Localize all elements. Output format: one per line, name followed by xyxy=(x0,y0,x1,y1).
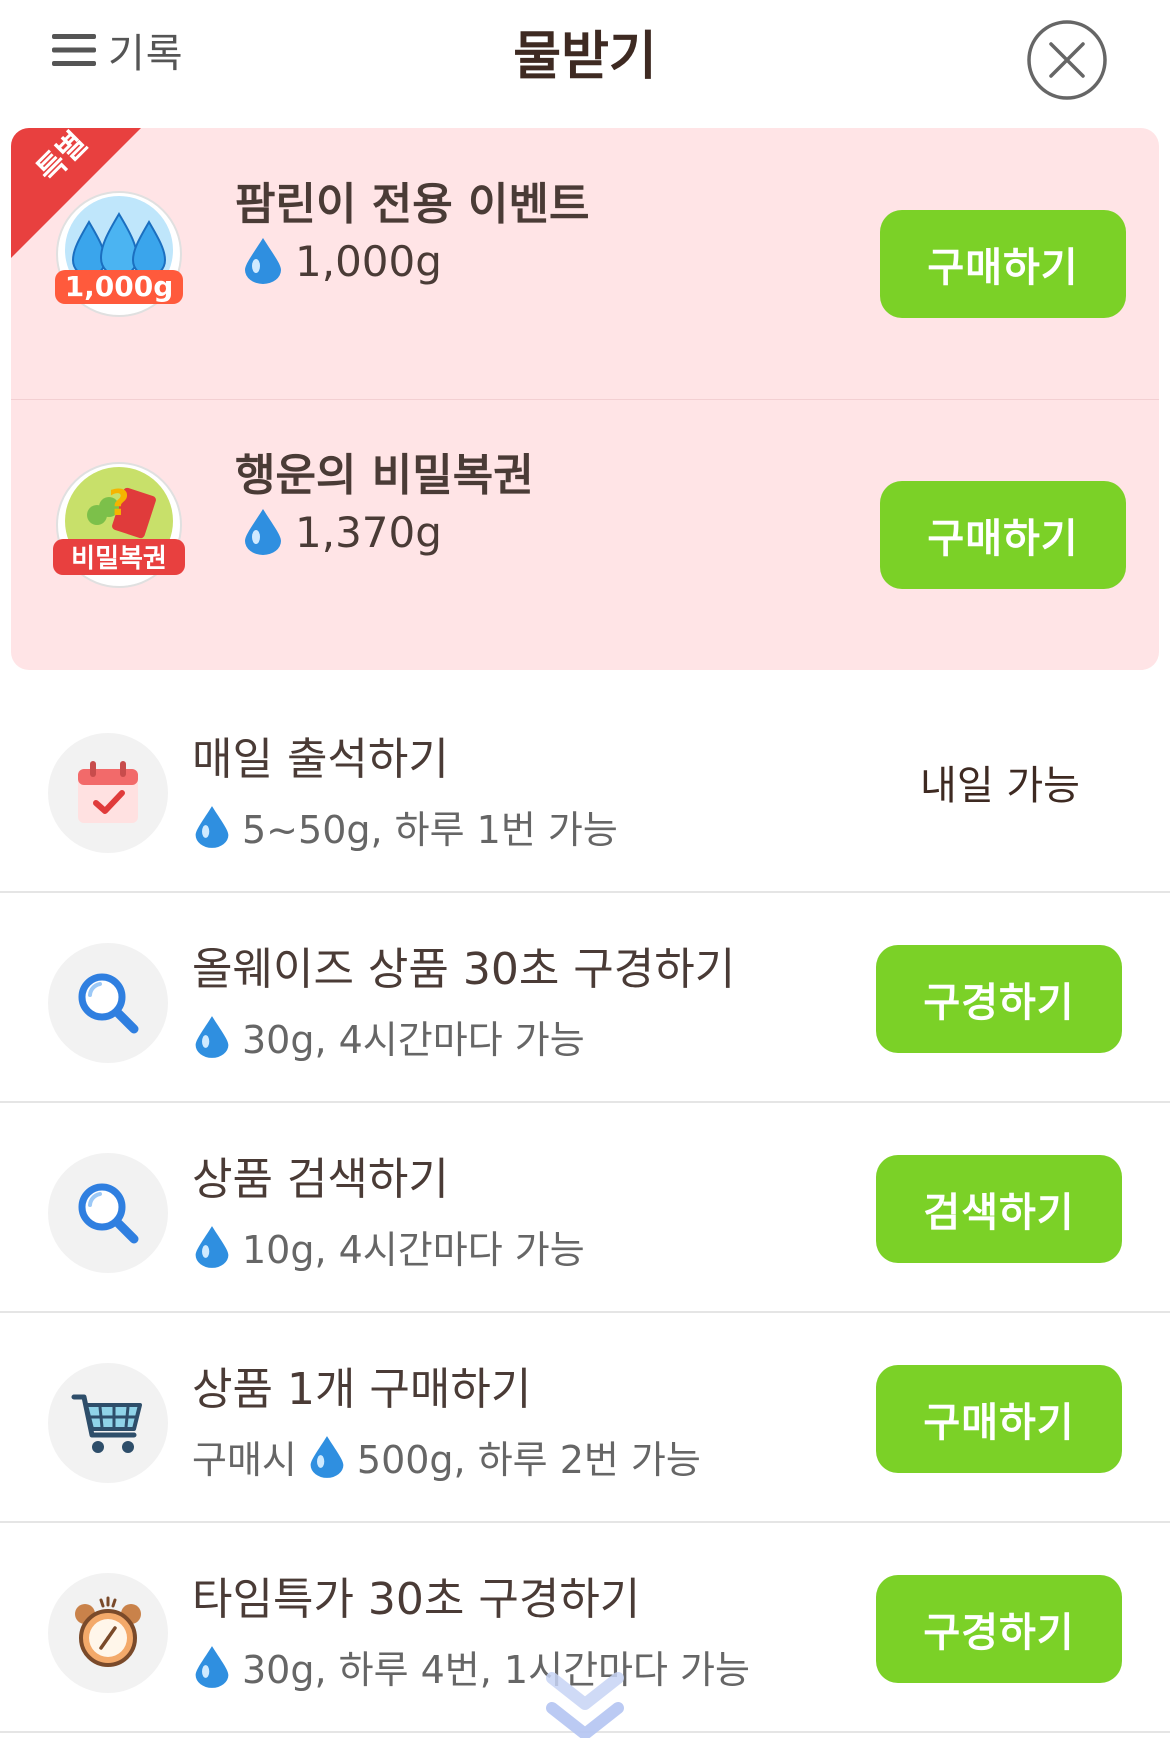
task-desc: 5~50g, 하루 1번 가능 xyxy=(192,799,618,854)
task-desc: 30g, 4시간마다 가능 xyxy=(192,1009,585,1064)
scroll-down-chevron-icon[interactable] xyxy=(540,1668,630,1738)
water-drops-badge-icon: 1,000g xyxy=(55,191,183,317)
badge-amount-text: 1,000g xyxy=(65,270,174,303)
buy-event-button[interactable]: 구매하기 xyxy=(880,210,1126,318)
special-offers-card: 특별 1,000g 팜린이 전용 이벤트 1,000g 구매하기 ? 비밀복권 … xyxy=(11,128,1159,670)
special-item-event: 1,000g 팜린이 전용 이벤트 1,000g 구매하기 xyxy=(11,128,1159,399)
task-title: 올웨이즈 상품 30초 구경하기 xyxy=(192,944,736,995)
water-drop-icon xyxy=(195,1225,229,1268)
task-title: 매일 출석하기 xyxy=(192,734,449,785)
badge-lottery-text: 비밀복권 xyxy=(71,544,167,574)
task-desc: 30g, 하루 4번, 1시간마다 가능 xyxy=(192,1639,750,1694)
task-icon-container xyxy=(48,943,168,1063)
task-row-browse: 올웨이즈 상품 30초 구경하기 30g, 4시간마다 가능 구경하기 xyxy=(0,893,1170,1103)
alarm-clock-icon xyxy=(75,1596,141,1667)
task-desc-text: 30g, 4시간마다 가능 xyxy=(242,1018,585,1062)
magnifier-icon xyxy=(78,1183,139,1244)
special-item-lottery: ? 비밀복권 행운의 비밀복권 1,370g 구매하기 xyxy=(11,399,1159,670)
task-icon-container xyxy=(48,733,168,853)
special-amount: 1,000g xyxy=(241,236,442,286)
task-desc-text: 10g, 4시간마다 가능 xyxy=(242,1228,585,1272)
water-drop-icon xyxy=(245,509,281,555)
search-button[interactable]: 검색하기 xyxy=(876,1155,1122,1263)
water-drop-icon xyxy=(195,805,229,848)
task-icon-container xyxy=(48,1153,168,1273)
task-desc-prefix: 구매시 xyxy=(192,1438,297,1482)
browse-button[interactable]: 구경하기 xyxy=(876,945,1122,1053)
task-title: 상품 검색하기 xyxy=(192,1154,449,1205)
lottery-ticket-badge-icon: ? 비밀복권 xyxy=(53,462,185,588)
task-desc-text: 500g, 하루 2번 가능 xyxy=(356,1438,701,1482)
water-drop-icon xyxy=(245,238,281,284)
header: 기록 물받기 xyxy=(0,0,1170,120)
special-amount-text: 1,370g xyxy=(295,507,442,557)
shopping-cart-icon xyxy=(71,1394,142,1453)
calendar-check-icon xyxy=(78,761,138,823)
water-drop-icon xyxy=(310,1435,344,1478)
special-title: 행운의 비밀복권 xyxy=(235,450,534,501)
task-icon-container xyxy=(48,1363,168,1483)
task-title: 상품 1개 구매하기 xyxy=(192,1364,532,1415)
water-drop-icon xyxy=(195,1645,229,1688)
task-title: 타임특가 30초 구경하기 xyxy=(192,1574,641,1625)
close-icon[interactable] xyxy=(1025,18,1109,102)
task-desc: 10g, 4시간마다 가능 xyxy=(192,1219,585,1274)
task-row-purchase: 상품 1개 구매하기 구매시 500g, 하루 2번 가능 구매하기 xyxy=(0,1313,1170,1523)
task-row-attendance: 매일 출석하기 5~50g, 하루 1번 가능 내일 가능 xyxy=(0,683,1170,893)
task-desc-text: 5~50g, 하루 1번 가능 xyxy=(242,808,618,852)
magnifier-icon xyxy=(78,973,139,1034)
water-drop-icon xyxy=(195,1015,229,1058)
page-title: 물받기 xyxy=(513,27,657,87)
task-icon-container xyxy=(48,1573,168,1693)
task-desc-text: 30g, 하루 4번, 1시간마다 가능 xyxy=(242,1648,750,1692)
task-desc: 구매시 500g, 하루 2번 가능 xyxy=(192,1429,701,1484)
svg-text:?: ? xyxy=(109,483,130,524)
special-amount: 1,370g xyxy=(241,507,442,557)
attendance-status: 내일 가능 xyxy=(920,763,1080,809)
special-amount-text: 1,000g xyxy=(295,236,442,286)
purchase-button[interactable]: 구매하기 xyxy=(876,1365,1122,1473)
buy-lottery-button[interactable]: 구매하기 xyxy=(880,481,1126,589)
task-row-search: 상품 검색하기 10g, 4시간마다 가능 검색하기 xyxy=(0,1103,1170,1313)
browse-time-deal-button[interactable]: 구경하기 xyxy=(876,1575,1122,1683)
special-title: 팜린이 전용 이벤트 xyxy=(235,179,590,230)
